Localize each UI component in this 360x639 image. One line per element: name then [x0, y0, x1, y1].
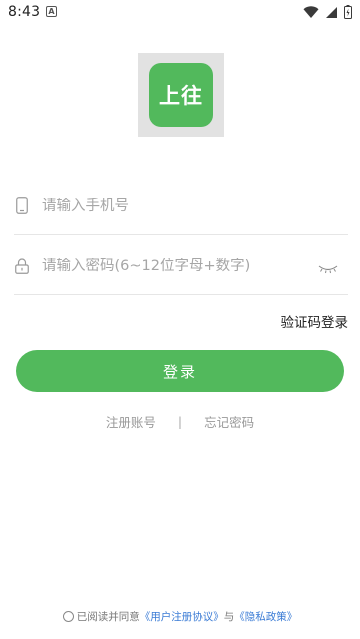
app-logo-container: 上往	[138, 53, 224, 137]
agreement-row: 已阅读并同意 《用户注册协议》 与 《隐私政策》	[0, 609, 360, 624]
agreement-radio[interactable]	[62, 611, 74, 622]
code-login-link[interactable]: 验证码登录	[281, 311, 349, 331]
login-button[interactable]: 登录	[16, 350, 344, 392]
links-separator: |	[177, 414, 183, 429]
logo-text: 上往	[159, 84, 203, 108]
status-icons	[303, 4, 352, 23]
account-links: 注册账号 | 忘记密码	[0, 412, 360, 431]
phone-input[interactable]	[42, 197, 302, 214]
battery-icon	[344, 4, 352, 23]
register-link[interactable]: 注册账号	[106, 412, 156, 431]
status-time: 8:43	[8, 4, 41, 20]
wifi-icon	[303, 4, 319, 23]
notification-a-icon: A	[46, 6, 57, 17]
phone-field[interactable]	[14, 177, 348, 235]
eye-closed-icon[interactable]	[318, 259, 338, 278]
app-logo: 上往	[149, 63, 213, 127]
forgot-password-link[interactable]: 忘记密码	[204, 412, 254, 431]
password-field[interactable]	[14, 237, 348, 295]
status-bar: 8:43 A	[0, 0, 360, 24]
signal-icon	[325, 4, 338, 23]
agreement-prefix: 已阅读并同意	[76, 611, 140, 623]
lock-icon	[14, 257, 30, 275]
user-agreement-link[interactable]: 《用户注册协议》	[140, 609, 224, 624]
agreement-conjunction: 与	[223, 611, 235, 623]
phone-icon	[14, 197, 30, 215]
password-input[interactable]	[42, 257, 302, 274]
privacy-policy-link[interactable]: 《隐私政策》	[234, 609, 297, 624]
